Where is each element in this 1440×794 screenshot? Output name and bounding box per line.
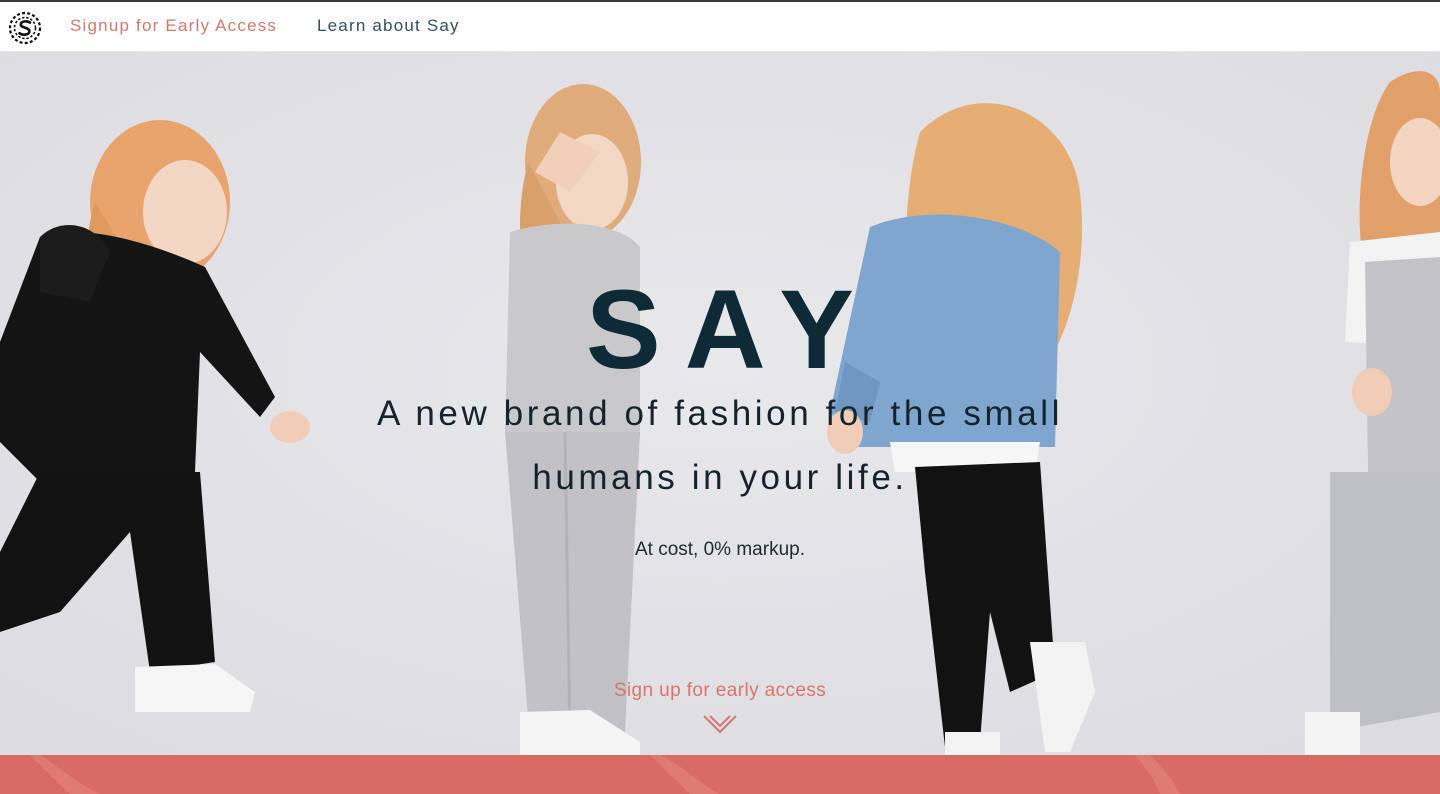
hero-section: SAY A new brand of fashion for the small… xyxy=(0,52,1440,755)
footer-pattern xyxy=(30,755,1180,794)
top-navigation: Signup for Early Access Learn about Say xyxy=(0,2,1440,52)
nav-signup-link[interactable]: Signup for Early Access xyxy=(70,16,277,36)
brand-title: SAY xyxy=(585,267,878,392)
hero-tagline: A new brand of fashion for the small hum… xyxy=(376,394,1064,497)
hero-subtagline: At cost, 0% markup. xyxy=(634,539,805,560)
early-access-cta-link[interactable]: Sign up for early access xyxy=(0,680,1440,702)
chevron-down-icon[interactable] xyxy=(702,713,738,737)
nav-learn-link[interactable]: Learn about Say xyxy=(317,16,460,36)
footer-band xyxy=(0,755,1440,794)
say-logo-icon[interactable] xyxy=(8,11,42,45)
